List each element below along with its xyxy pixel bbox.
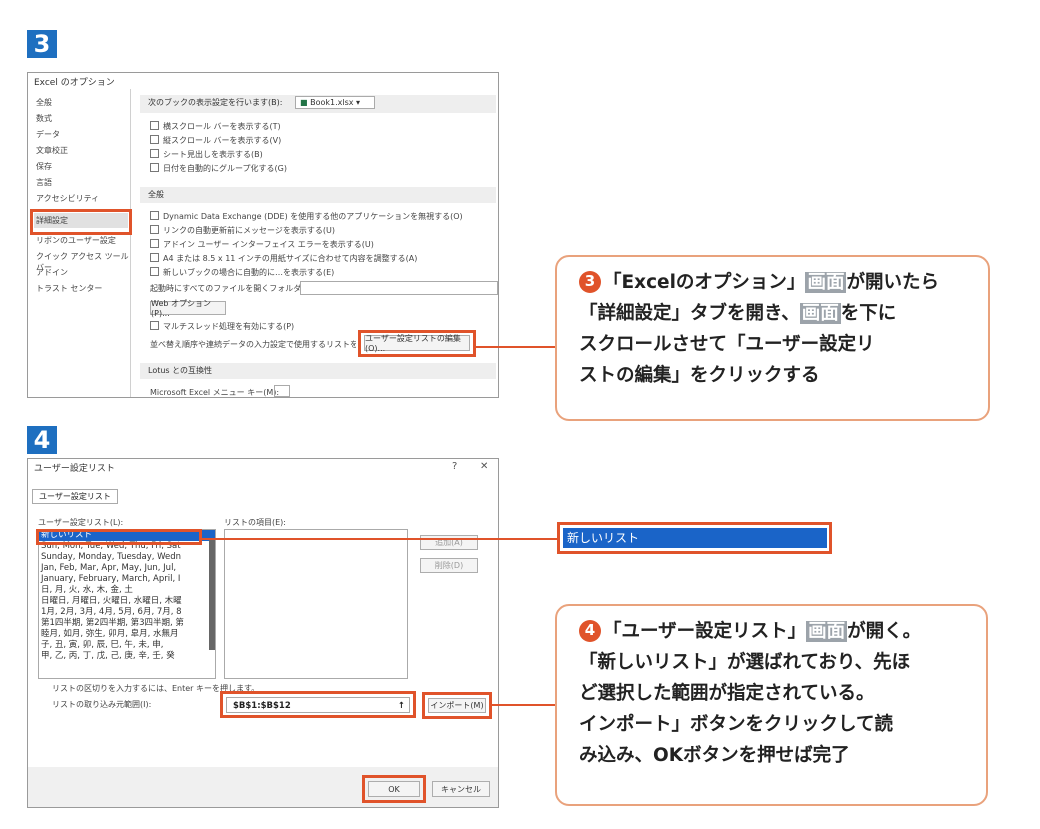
- import-highlight: [422, 692, 492, 719]
- help-icon[interactable]: ?: [452, 461, 457, 472]
- list-entries-box[interactable]: [224, 529, 408, 679]
- nav-item-formulas[interactable]: 数式: [36, 113, 52, 124]
- ok-highlight: [362, 775, 426, 803]
- opt-dde[interactable]: Dynamic Data Exchange (DDE) を使用する他のアプリケー…: [150, 211, 463, 222]
- import-range-label: リストの取り込み元範囲(I):: [52, 700, 152, 709]
- startup-folder-label: 起動時にすべてのファイルを開くフォルダー(L):: [150, 284, 323, 293]
- web-options-button[interactable]: Web オプション(P)...: [150, 299, 226, 318]
- step-number: 4: [579, 619, 601, 642]
- step-3-badge: 3: [27, 30, 57, 58]
- custom-list-box[interactable]: 新しいリスト Sun, Mon, Tue, Wed, Thu, Fri, Sat…: [38, 529, 216, 679]
- startup-folder-input[interactable]: [300, 281, 498, 295]
- step-4-badge: 4: [27, 426, 57, 454]
- nav-item-ribbon[interactable]: リボンのユーザー設定: [36, 235, 116, 246]
- list-item[interactable]: January, February, March, April, I: [39, 574, 215, 585]
- nav-item-general[interactable]: 全般: [36, 97, 52, 108]
- general-section: 全般: [140, 187, 496, 203]
- range-highlight: [220, 691, 416, 718]
- opt-new-book[interactable]: 新しいブックの場合に自動的に…を表示する(E): [150, 267, 334, 278]
- list-item[interactable]: 睦月, 如月, 弥生, 卯月, 皐月, 水無月: [39, 629, 215, 640]
- window-title: ユーザー設定リスト: [34, 464, 115, 474]
- list-item[interactable]: Jan, Feb, Mar, Apr, May, Jun, Jul,: [39, 563, 215, 574]
- list-item[interactable]: 甲, 乙, 丙, 丁, 戊, 己, 庚, 辛, 壬, 癸: [39, 651, 215, 662]
- new-list-highlight: [36, 529, 202, 545]
- tab-custom-lists[interactable]: ユーザー設定リスト: [32, 489, 118, 504]
- checkbox[interactable]: [150, 225, 159, 234]
- nav-item-proofing[interactable]: 文章校正: [36, 145, 68, 156]
- nav-item-trust-center[interactable]: トラスト センター: [36, 283, 102, 294]
- edit-list-highlight: [358, 330, 476, 357]
- opt-sheet-tabs[interactable]: シート見出しを表示する(B): [150, 149, 263, 160]
- nav-item-addins[interactable]: アドイン: [36, 267, 68, 278]
- lotus-menu-key-label: Microsoft Excel メニュー キー(M):: [150, 388, 280, 397]
- sort-list-label: 並べ替え順序や連続データの入力設定で使用するリストを作成します:: [150, 340, 356, 349]
- delete-button[interactable]: 削除(D): [420, 558, 478, 573]
- custom-lists-window: ユーザー設定リスト ? ✕ ユーザー設定リスト ユーザー設定リスト(L): リス…: [27, 458, 499, 808]
- checkbox[interactable]: [150, 163, 159, 172]
- lotus-menu-key-input[interactable]: [274, 385, 290, 397]
- list-item[interactable]: 子, 丑, 寅, 卯, 辰, 巳, 午, 未, 申,: [39, 640, 215, 651]
- advanced-highlight: [30, 209, 132, 235]
- checkbox[interactable]: [150, 211, 159, 220]
- cancel-button[interactable]: キャンセル: [432, 781, 490, 797]
- display-section: 次のブックの表示設定を行います(B): ■ Book1.xlsx ▾: [140, 95, 496, 113]
- list-scrollbar[interactable]: [209, 540, 215, 650]
- step-number: 3: [579, 270, 601, 293]
- window-title: Excel のオプション: [34, 78, 115, 88]
- nav-item-data[interactable]: データ: [36, 129, 60, 140]
- checkbox[interactable]: [150, 239, 159, 248]
- nav-item-accessibility[interactable]: アクセシビリティ: [36, 193, 99, 204]
- callout-step-4: 4 「ユーザー設定リスト」 画面 が開く。 「新しいリスト」が選ばれており、先ほ ど選…: [555, 604, 988, 806]
- list-label: ユーザー設定リスト(L):: [38, 518, 124, 527]
- excel-options-window: Excel のオプション 全般 数式 データ 文章校正 保存 言語 アクセシビリ…: [27, 72, 499, 398]
- connector-4: [491, 704, 555, 706]
- close-icon[interactable]: ✕: [480, 461, 488, 472]
- opt-multithread[interactable]: マルチスレッド処理を有効にする(P): [150, 321, 294, 332]
- lotus-section: Lotus との互換性: [140, 363, 496, 379]
- opt-a4[interactable]: A4 または 8.5 x 11 インチの用紙サイズに合わせて内容を調整する(A): [150, 253, 417, 264]
- checkbox[interactable]: [150, 253, 159, 262]
- connector-new-list: [202, 538, 557, 540]
- list-item[interactable]: 1月, 2月, 3月, 4月, 5月, 6月, 7月, 8: [39, 607, 215, 618]
- checkbox[interactable]: [150, 321, 159, 330]
- nav-item-save[interactable]: 保存: [36, 161, 52, 172]
- nav-item-language[interactable]: 言語: [36, 177, 52, 188]
- book-dropdown[interactable]: ■ Book1.xlsx ▾: [294, 96, 376, 109]
- dialog-footer: [28, 767, 498, 807]
- callout-step-3: 3 「Excelのオプション」 画面 が開いたら 「詳細設定」タブを開き、 画面 を下に …: [555, 255, 990, 421]
- connector-3: [475, 346, 555, 348]
- entries-label: リストの項目(E):: [224, 518, 286, 527]
- opt-vscroll[interactable]: 縦スクロール バーを表示する(V): [150, 135, 281, 146]
- checkbox[interactable]: [150, 149, 159, 158]
- new-list-zoom: 新しいリスト: [557, 522, 832, 554]
- list-item[interactable]: 日曜日, 月曜日, 火曜日, 水曜日, 木曜: [39, 596, 215, 607]
- options-nav: 全般 数式 データ 文章校正 保存 言語 アクセシビリティ 詳細設定 リボンのユ…: [28, 89, 131, 397]
- list-item[interactable]: 日, 月, 火, 水, 木, 金, 土: [39, 585, 215, 596]
- checkbox[interactable]: [150, 267, 159, 276]
- checkbox[interactable]: [150, 135, 159, 144]
- list-item[interactable]: 第1四半期, 第2四半期, 第3四半期, 第: [39, 618, 215, 629]
- opt-link-update[interactable]: リンクの自動更新前にメッセージを表示する(U): [150, 225, 335, 236]
- opt-group-dates[interactable]: 日付を自動的にグループ化する(G): [150, 163, 287, 174]
- checkbox[interactable]: [150, 121, 159, 130]
- list-item[interactable]: Sunday, Monday, Tuesday, Wedn: [39, 552, 215, 563]
- opt-addin-errors[interactable]: アドイン ユーザー インターフェイス エラーを表示する(U): [150, 239, 374, 250]
- opt-hscroll[interactable]: 横スクロール バーを表示する(T): [150, 121, 281, 132]
